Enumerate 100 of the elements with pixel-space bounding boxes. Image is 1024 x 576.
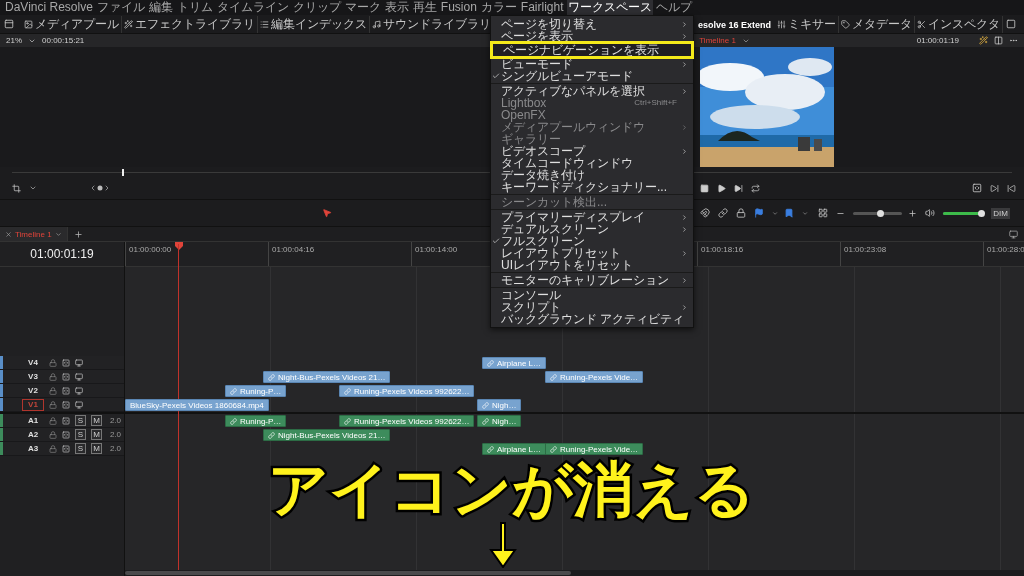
monitor-icon[interactable] [1009, 229, 1018, 239]
menu-item[interactable]: UIレイアウトをリセット [491, 259, 693, 271]
lock-icon[interactable] [49, 444, 57, 453]
track-name[interactable]: V4 [22, 356, 44, 369]
add-icon[interactable] [73, 229, 83, 239]
flag-icon[interactable] [754, 208, 764, 218]
monitor-icon[interactable] [75, 358, 83, 367]
caret-icon[interactable] [54, 230, 62, 238]
menu-bar-item[interactable]: Fairlight [519, 0, 565, 15]
skip-back-icon[interactable] [1007, 183, 1016, 193]
toolbar-button[interactable]: 編集インデックス [258, 15, 370, 33]
zoom-in-icon[interactable] [907, 208, 917, 218]
track-name[interactable]: V3 [22, 370, 44, 383]
speaker-icon[interactable] [924, 208, 935, 218]
menu-item[interactable]: デュアルスクリーン [491, 223, 693, 235]
track-name[interactable]: A1 [22, 414, 44, 427]
stop-icon[interactable] [700, 183, 709, 193]
slider-thumb[interactable] [877, 209, 884, 217]
track-header[interactable]: A1 S M 2.0 [0, 414, 124, 428]
loop-icon[interactable] [751, 183, 760, 193]
more-icon[interactable] [1009, 36, 1018, 45]
lock-icon[interactable] [49, 358, 57, 367]
track-toggle-button[interactable]: S [75, 443, 86, 454]
timeline-name[interactable]: Timeline 1 [699, 36, 736, 45]
menu-bar-item[interactable]: DaVinci Resolve [4, 0, 94, 15]
marker-icon[interactable] [784, 208, 795, 218]
menu-item[interactable]: フルスクリーン [491, 235, 693, 247]
menu-item[interactable]: タイムコードウィンドウ [491, 157, 693, 169]
track-toggle-button[interactable]: M [91, 443, 102, 454]
track-toggle-button[interactable]: S [75, 429, 86, 440]
square-icon[interactable] [1006, 19, 1016, 29]
menu-item[interactable]: ページを切り替え [491, 18, 693, 30]
menu-bar-item[interactable]: 編集 [147, 0, 174, 15]
track-header[interactable]: V4 [0, 356, 124, 370]
slider-thumb[interactable] [978, 209, 986, 217]
toolbar-button[interactable]: メタデータ [839, 15, 915, 33]
menu-bar-item[interactable]: クリップ [291, 0, 342, 15]
lock-icon[interactable] [49, 400, 57, 409]
track-name[interactable]: A2 [22, 428, 44, 441]
timeline-clip[interactable]: Airplane L… [482, 443, 547, 455]
menu-item[interactable]: レイアウトプリセット [491, 247, 693, 259]
menu-bar-item[interactable]: カラー [479, 0, 518, 15]
toolbar-button[interactable]: エフェクトライブラリ [122, 15, 258, 33]
menu-item[interactable]: ビューモード [491, 58, 693, 70]
menu-item[interactable]: ページナビゲーションを表示 [493, 44, 691, 56]
timeline-tab[interactable]: Timeline 1 [0, 227, 68, 241]
close-icon[interactable] [5, 230, 12, 238]
track-header[interactable]: A2 S M 2.0 [0, 428, 124, 442]
menu-item[interactable]: アクティブなパネルを選択 [491, 85, 693, 97]
next-icon[interactable] [103, 184, 111, 192]
track-name[interactable]: V2 [22, 384, 44, 397]
link-icon[interactable] [718, 208, 728, 218]
menu-item[interactable]: スクリプト [491, 301, 693, 313]
menu-item[interactable]: キーワードディクショナリー... [491, 181, 693, 193]
toolbar-button[interactable]: ミキサー [775, 15, 839, 33]
grid-icon[interactable] [818, 208, 829, 218]
zoom-level[interactable]: 21% [6, 36, 22, 45]
lock-icon[interactable] [49, 430, 57, 439]
caret-icon[interactable] [29, 184, 37, 192]
columns-icon[interactable] [994, 36, 1003, 45]
frame-icon[interactable] [972, 183, 982, 193]
track-header[interactable]: V3 [0, 370, 124, 384]
menu-bar-item[interactable]: ワークスペース [566, 0, 653, 15]
lock-icon[interactable] [49, 372, 57, 381]
track-name[interactable]: A3 [22, 442, 44, 455]
previous-icon[interactable] [89, 184, 97, 192]
menu-bar-item[interactable]: タイムライン [215, 0, 290, 15]
scrollbar[interactable] [125, 570, 1024, 576]
track-header[interactable]: A3 S M 2.0 [0, 442, 124, 456]
dim-button[interactable]: DIM [991, 207, 1010, 219]
monitor-icon[interactable] [75, 400, 83, 409]
menu-item[interactable]: シングルビューアモード [491, 70, 693, 82]
timeline-clip[interactable]: Runing-Pexels Videos 992622… [339, 415, 475, 427]
monitor-icon[interactable] [75, 372, 83, 381]
track-toggle-button[interactable]: M [91, 429, 102, 440]
menu-bar-item[interactable]: Fusion [439, 0, 478, 15]
menu-bar-item[interactable]: ファイル [95, 0, 146, 15]
menu-bar-item[interactable]: トリム [175, 0, 214, 15]
menu-bar-item[interactable]: ヘルプ [654, 0, 693, 15]
pointer-icon[interactable] [322, 208, 332, 218]
wand-icon[interactable] [979, 36, 988, 45]
track-header[interactable]: V2 [0, 384, 124, 398]
lock-icon[interactable] [49, 386, 57, 395]
menu-item[interactable]: モニターのキャリブレーション [491, 274, 693, 286]
lock-icon[interactable] [736, 208, 746, 218]
menu-item[interactable]: コンソール [491, 289, 693, 301]
lock-icon[interactable] [49, 416, 57, 425]
timeline-clip[interactable]: Runing-Pexels Vide… [545, 443, 644, 455]
toolbar-button[interactable]: インスペクタ [915, 15, 1003, 33]
zoom-slider[interactable] [853, 211, 902, 215]
menu-bar-item[interactable]: 表示 [383, 0, 410, 15]
play-icon[interactable] [717, 183, 726, 193]
magnet-icon[interactable] [700, 208, 710, 218]
toolbar-button[interactable]: メディアプール [22, 15, 122, 33]
menu-bar-item[interactable]: 再生 [411, 0, 438, 15]
menu-item[interactable]: データ焼き付け [491, 169, 693, 181]
track-toggle-button[interactable]: M [91, 415, 102, 426]
timeline-clip[interactable]: Runing-P… [225, 415, 287, 427]
track-toggle-button[interactable]: S [75, 415, 86, 426]
monitor-icon[interactable] [75, 386, 83, 395]
